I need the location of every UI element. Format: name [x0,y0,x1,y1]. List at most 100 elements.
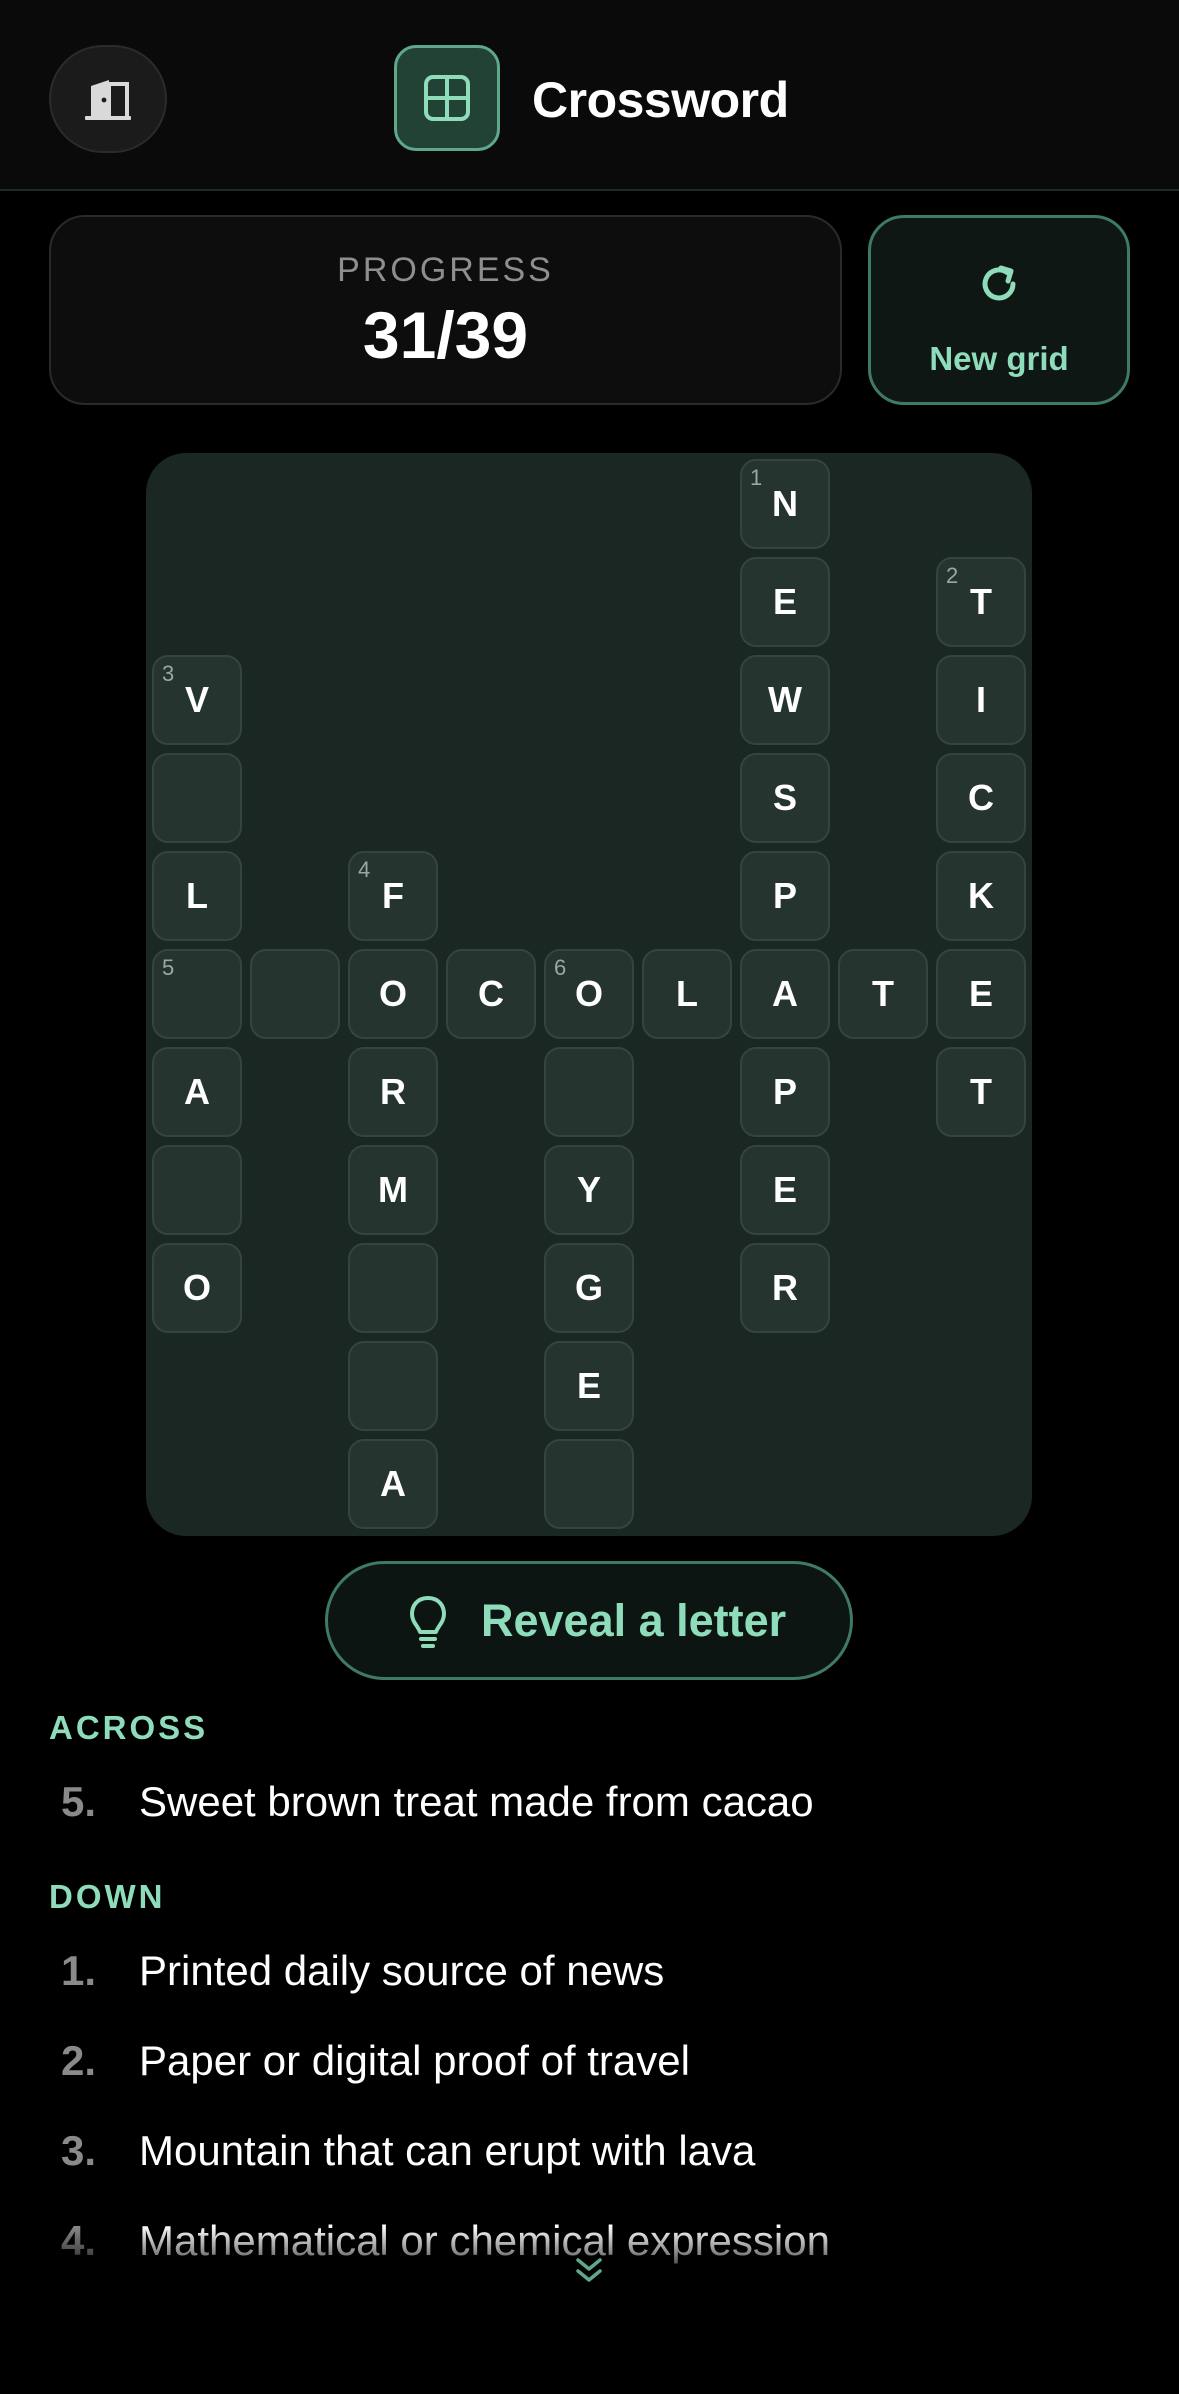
grid-cell[interactable] [152,1145,242,1235]
across-heading: ACROSS [49,1709,209,1746]
double-chevron-down-icon[interactable] [572,2256,606,2286]
grid-cell[interactable]: 5 [152,949,242,1039]
grid-cell[interactable]: E [544,1341,634,1431]
clue-item[interactable]: 5. Sweet brown treat made from cacao [49,1772,1129,1832]
grid-cell[interactable]: T [936,1047,1026,1137]
grid-cell[interactable]: W [740,655,830,745]
cell-letter: A [380,1463,406,1504]
grid-cell[interactable] [152,753,242,843]
cell-letter: R [380,1071,406,1112]
grid-cell[interactable]: L [152,851,242,941]
cell-letter: N [772,483,798,524]
cell-letter [154,951,240,1037]
new-grid-button[interactable]: New grid [868,215,1130,405]
grid-cell[interactable]: K [936,851,1026,941]
down-heading: DOWN [49,1878,166,1915]
lightbulb-icon [410,1596,446,1648]
cell-letter: L [676,973,698,1014]
new-grid-label: New grid [929,340,1069,377]
grid-cell[interactable] [250,949,340,1039]
grid-cell[interactable]: P [740,1047,830,1137]
clue-text: Mountain that can erupt with lava [139,2127,756,2174]
exit-button[interactable] [49,45,167,153]
grid-cell[interactable]: P [740,851,830,941]
grid-cell[interactable]: C [446,949,536,1039]
clue-number: 5. [61,1778,97,1825]
grid-cell[interactable]: Y [544,1145,634,1235]
cell-letter: L [186,875,208,916]
cell-letter: S [772,777,797,818]
grid-cell[interactable]: 2T [936,557,1026,647]
cell-letter [154,1147,240,1233]
cell-letter: I [975,679,986,720]
cell-letter: M [378,1169,408,1210]
grid-cell[interactable]: R [348,1047,438,1137]
cell-letter: G [574,1267,603,1308]
top-bar: Crossword [0,0,1179,191]
grid-cell[interactable]: A [348,1439,438,1529]
clue-text: Paper or digital proof of travel [139,2037,690,2084]
cell-letter: V [184,679,209,720]
cell-letter: A [772,973,798,1014]
grid-cell[interactable]: I [936,655,1026,745]
cell-letter: Y [576,1169,601,1210]
grid-cell[interactable]: 3V [152,655,242,745]
grid-cell[interactable]: A [152,1047,242,1137]
progress-value: 31/39 [362,298,529,372]
grid-cell[interactable]: G [544,1243,634,1333]
cell-letter: E [576,1365,601,1406]
grid-cell[interactable] [348,1243,438,1333]
cell-letter: F [382,875,404,916]
cell-letter: E [772,1169,797,1210]
clue-number: 2. [61,2037,97,2084]
cell-letter: T [872,973,894,1014]
progress-label: PROGRESS [337,251,554,289]
clue-number: 3. [61,2127,97,2174]
grid-cell[interactable]: T [838,949,928,1039]
grid-cell[interactable]: L [642,949,732,1039]
refresh-icon [982,265,1016,301]
cell-letter: C [968,777,994,818]
clue-item[interactable]: 3. Mountain that can erupt with lava [49,2121,1129,2181]
clue-item[interactable]: 2. Paper or digital proof of travel [49,2031,1129,2091]
grid-cell[interactable]: E [936,949,1026,1039]
cell-letter: P [772,1071,797,1112]
cell-letter [154,755,240,841]
grid-cell[interactable]: E [740,557,830,647]
door-exit-icon [85,80,131,120]
grid-cell[interactable] [348,1341,438,1431]
cell-letter: W [768,679,802,720]
progress-card: PROGRESS 31/39 [49,215,842,405]
cell-letter: P [772,875,797,916]
reveal-letter-button[interactable]: Reveal a letter [325,1561,853,1680]
grid-cell[interactable] [544,1439,634,1529]
clue-text: Printed daily source of news [139,1947,665,1994]
grid-cell[interactable]: 1N [740,459,830,549]
cell-letter: R [772,1267,798,1308]
grid-cell[interactable]: 6O [544,949,634,1039]
app-icon [394,45,500,151]
cell-letter: E [968,973,993,1014]
grid-cell[interactable]: R [740,1243,830,1333]
grid-cell[interactable]: C [936,753,1026,843]
grid-icon [424,75,470,121]
grid-cell[interactable]: A [740,949,830,1039]
clue-text: Sweet brown treat made from cacao [139,1778,814,1825]
grid-cell[interactable]: O [348,949,438,1039]
clue-item[interactable]: 1. Printed daily source of news [49,1941,1129,2001]
cell-letter: C [478,973,504,1014]
cell-letter [350,1343,436,1429]
grid-cell[interactable]: 4F [348,851,438,941]
cell-letter: O [378,973,407,1014]
grid-cell[interactable] [544,1047,634,1137]
grid-cell[interactable]: E [740,1145,830,1235]
clue-number: 1. [61,1947,97,1994]
grid-cell[interactable]: S [740,753,830,843]
grid-cell[interactable]: M [348,1145,438,1235]
reveal-letter-label: Reveal a letter [481,1595,787,1646]
cell-letter: O [574,973,603,1014]
crossword-grid: 1N E 2T 3V W I S C L 4F P K 5 O C 6O L A T E A R P T M Y E O G R E A [146,453,1032,1536]
cell-letter [350,1245,436,1331]
grid-cell[interactable]: O [152,1243,242,1333]
app-title: Crossword [532,72,789,128]
